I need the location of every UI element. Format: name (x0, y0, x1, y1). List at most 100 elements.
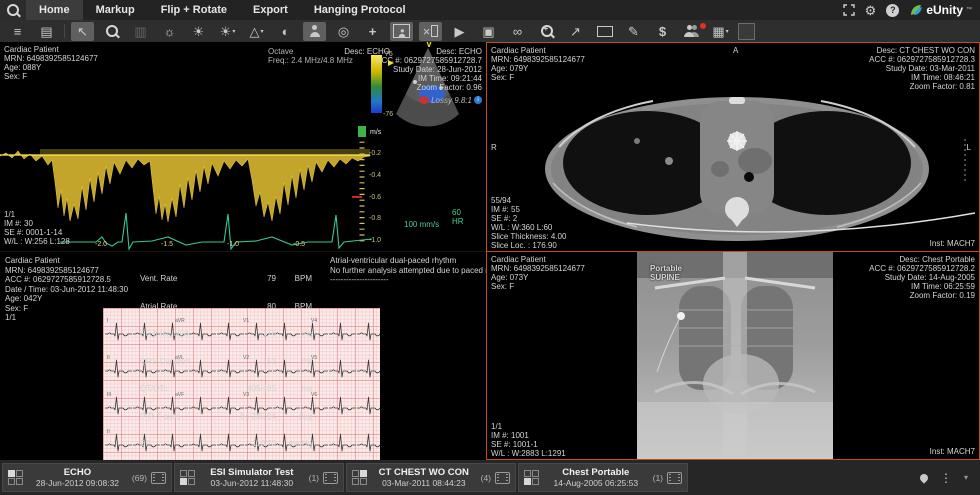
billing-button[interactable]: $ (651, 22, 674, 41)
patient-info-button[interactable] (303, 22, 326, 41)
se-number: SE #: 1001-1 (491, 440, 538, 449)
window-presets-icon: ☀ (220, 25, 232, 38)
study-bar: ECHO 28-Jun-2012 09:08:32 (69) ESI Simul… (0, 460, 980, 495)
study-date: Study Date: 14-Aug-2005 (885, 273, 975, 282)
play-icon: ▶ (455, 25, 465, 38)
study-title: ECHO (64, 468, 91, 478)
stage-button[interactable] (593, 22, 616, 41)
crosshair-button[interactable]: + (361, 22, 384, 41)
series-list-button[interactable]: ≡ (6, 22, 29, 41)
study-desc: Desc: Chest Portable (899, 255, 975, 264)
info-icon[interactable]: i (474, 96, 482, 104)
auto-window-button[interactable]: ☀ (187, 22, 210, 41)
viewport-grid: Cardiac Patient MRN: 6498392585124677 Ag… (0, 42, 980, 460)
layout-thumb-icon (524, 470, 539, 485)
pin-icon (918, 472, 929, 483)
help-button[interactable]: ? (886, 4, 899, 17)
pan-button[interactable]: ↗ (564, 22, 587, 41)
probe-name: Octave (268, 47, 293, 56)
search-button[interactable] (0, 0, 26, 20)
study-date: 28-Jun-2012 09:08:32 (36, 478, 119, 488)
zoom-in-button[interactable] (535, 22, 558, 41)
study-card-chest[interactable]: Chest Portable 14-Aug-2005 06:25:53 (1) (518, 463, 688, 492)
invert-icon: ◐ (282, 25, 290, 38)
interpretation-line: Atrial-ventricular dual-paced rhythm (330, 256, 456, 265)
interpretation-line: ---------------------- (330, 275, 389, 284)
measurement-row: Atrial Rate80BPM (140, 302, 312, 312)
patient-sex: Sex: F (4, 72, 27, 81)
search-icon (7, 4, 19, 16)
measurement-row: Vent. Rate79BPM (140, 274, 312, 284)
settings-button[interactable]: ⚙ (865, 4, 877, 17)
more-options-button[interactable]: ⋮ (940, 471, 952, 485)
3d-tools-button[interactable]: ▦▾ (709, 22, 732, 41)
brightness-button[interactable]: ☼ (158, 22, 181, 41)
zoom-select-button[interactable] (100, 22, 123, 41)
ecg-measurements: Vent. Rate79BPM Atrial Rate80BPM PR Inte… (140, 256, 312, 460)
se-number: SE #: 0001-1-14 (4, 228, 62, 237)
image-label-supine: SUPINE (650, 273, 680, 282)
study-card-echo[interactable]: ECHO 28-Jun-2012 09:08:32 (69) (2, 463, 172, 492)
patient-name: Cardiac Patient (491, 46, 546, 55)
tab-hanging-protocol[interactable]: Hanging Protocol (301, 0, 419, 20)
patient-mrn: MRN: 6498392585124677 (491, 264, 585, 273)
patient-age: Age: 073Y (491, 273, 528, 282)
study-card-esi[interactable]: ESI Simulator Test 03-Jun-2012 11:48:30 … (174, 463, 344, 492)
study-date: Study Date: 28-Jun-2012 (393, 65, 482, 74)
patient-jacket-button[interactable] (390, 22, 413, 41)
series-count: (69) (132, 473, 147, 483)
layout-thumb-icon (8, 470, 23, 485)
measurement-row: QT/QTc405/465ms (140, 384, 312, 394)
brightness-icon: ☼ (164, 25, 176, 38)
close-patient-button[interactable]: × (419, 22, 442, 41)
tab-flip-rotate[interactable]: Flip + Rotate (148, 0, 240, 20)
slice-thickness: Slice Thickness: 4.00 (491, 232, 566, 241)
pointer-tool-button[interactable]: ↖ (71, 22, 94, 41)
link-series-button[interactable]: ∞ (506, 22, 529, 41)
patient-age: Age: 042Y (5, 294, 42, 303)
collaborate-button[interactable] (680, 22, 703, 41)
sharpen-button[interactable]: △▾ (245, 22, 268, 41)
viewport-echo[interactable]: Cardiac Patient MRN: 6498392585124677 Ag… (0, 42, 486, 252)
study-acc: ACC #: 0629727585912728.2 (869, 264, 975, 273)
measurement-row: QRS Duration152ms (140, 357, 312, 367)
study-card-ct[interactable]: CT CHEST WO CON 03-Mar-2011 08:44:23 (4) (346, 463, 516, 492)
arrow-icon: ↗ (570, 25, 581, 38)
tab-markup[interactable]: Markup (83, 0, 148, 20)
compare-layout-button[interactable]: ▣ (477, 22, 500, 41)
axis-unit: m/s (370, 128, 381, 137)
layout-button[interactable]: ▥ (129, 22, 152, 41)
zoom-factor: Zoom Factor: 0.81 (910, 82, 975, 91)
annotate-button[interactable]: ✎ (622, 22, 645, 41)
chevron-down-icon: ▾ (260, 28, 263, 35)
viewport-ct[interactable]: Cardiac Patient MRN: 6498392585124677 Ag… (487, 43, 979, 252)
menu-bar-right: ⚙ ? eUnity™ (843, 0, 980, 20)
fullscreen-button[interactable] (843, 4, 855, 16)
colorbar-top: 76 (385, 50, 393, 59)
viewport-ecg[interactable]: Cardiac Patient MRN: 6498392585124677 AC… (0, 252, 486, 460)
tab-home[interactable]: Home (26, 0, 83, 20)
swap-layout-icon: ▣ (482, 25, 494, 38)
axis-tick: -0.6 (369, 193, 381, 202)
time-tick: -0.5 (293, 240, 305, 249)
cube-3d-icon: ▦ (712, 25, 724, 38)
cine-play-button[interactable]: ▶ (448, 22, 471, 41)
im-time: IM Time: 09:21:44 (418, 74, 482, 83)
pin-button[interactable] (920, 471, 928, 485)
sharpen-icon: △ (249, 25, 259, 38)
study-desc: Desc: CT CHEST WO CON (877, 46, 975, 55)
frame-counter: 1/1 (4, 210, 15, 219)
window-presets-button[interactable]: ☀▾ (216, 22, 239, 41)
xray-image (637, 252, 833, 459)
orientation-right: R (491, 143, 497, 152)
invert-button[interactable]: ◐ (274, 22, 297, 41)
collapse-bar-button[interactable]: ▾ (964, 473, 968, 482)
brand-name: eUnity (926, 3, 963, 17)
measurement-row: P-R-T axes84 285 94deg (140, 412, 312, 422)
viewport-xray[interactable]: Cardiac Patient MRN: 6498392585124677 Ag… (487, 252, 979, 459)
se-number: SE #: 2 (491, 214, 517, 223)
localizer-button[interactable]: ◎ (332, 22, 355, 41)
tab-export[interactable]: Export (240, 0, 301, 20)
report-button[interactable]: ▤ (35, 22, 58, 41)
left-column: Cardiac Patient MRN: 6498392585124677 Ag… (0, 42, 486, 460)
